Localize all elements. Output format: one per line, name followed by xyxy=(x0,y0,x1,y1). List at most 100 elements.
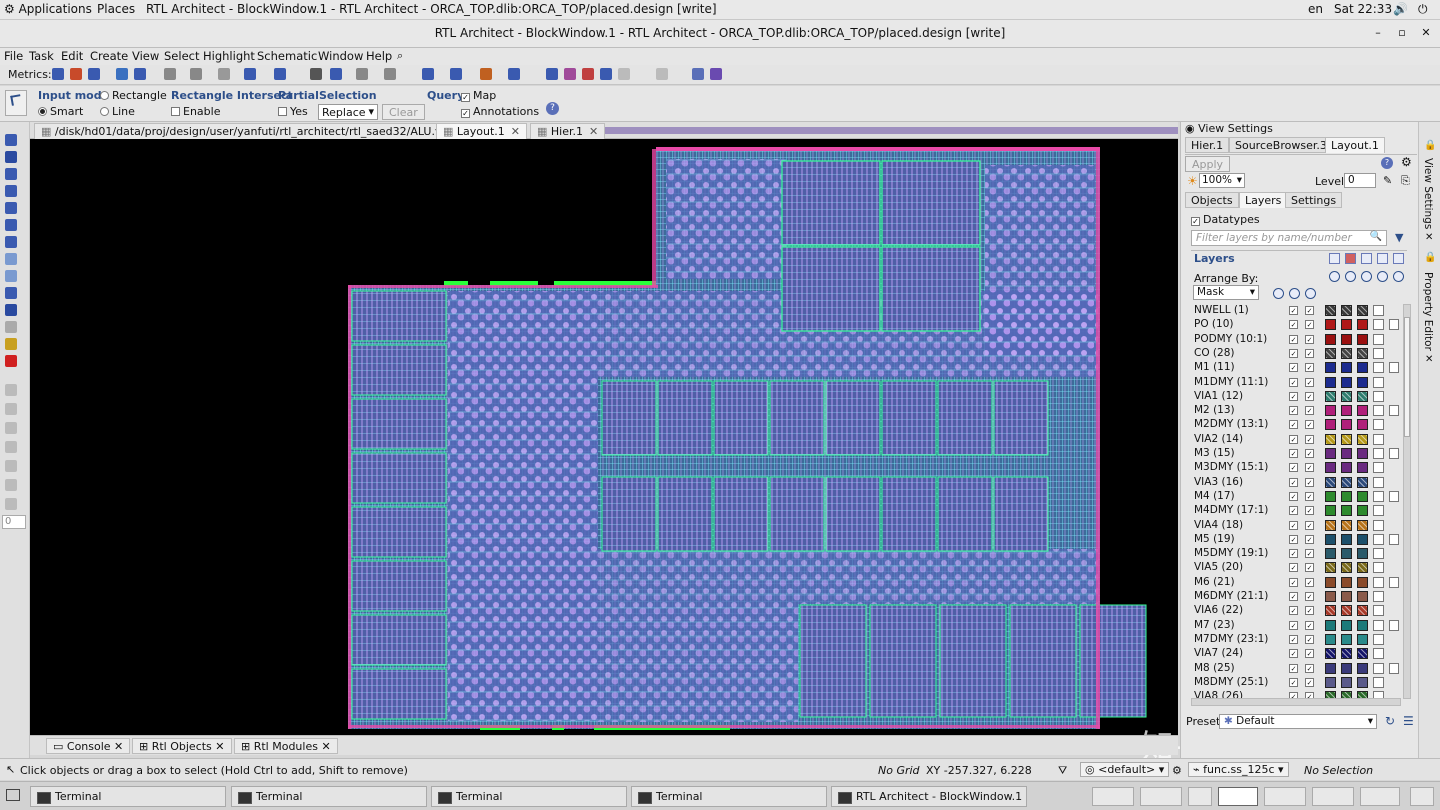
left-tool-icon[interactable] xyxy=(5,287,17,299)
layer-visible-checkbox[interactable]: ✓ xyxy=(1289,491,1298,501)
layer-color-swatch[interactable] xyxy=(1325,333,1336,345)
layer-row[interactable]: VIA7 (24) ✓ ✓ xyxy=(1191,647,1407,661)
selection-combo[interactable]: Replace ▾ xyxy=(318,104,378,120)
rectangle-radio[interactable]: Rectangle xyxy=(100,89,167,102)
layer-visible-checkbox[interactable]: ✓ xyxy=(1289,334,1298,344)
memory-macro[interactable] xyxy=(825,476,881,552)
layer-color-swatch[interactable] xyxy=(1341,448,1352,459)
layer-color-swatch[interactable] xyxy=(1325,347,1336,359)
layer-color-swatch[interactable] xyxy=(1357,390,1368,402)
layer-row[interactable]: M8DMY (25:1) ✓ ✓ xyxy=(1191,676,1407,690)
layer-color-swatch[interactable] xyxy=(1341,676,1352,688)
layer-selectable-checkbox[interactable]: ✓ xyxy=(1305,606,1314,616)
layer-color-swatch[interactable] xyxy=(1325,633,1336,645)
close-icon[interactable]: ✕ xyxy=(212,740,224,753)
layer-pattern-swatch[interactable] xyxy=(1373,305,1384,316)
layer-visible-checkbox[interactable]: ✓ xyxy=(1289,420,1298,430)
bottom-tab-rtl-modules[interactable]: ⊞ Rtl Modules ✕ xyxy=(234,738,338,754)
layer-color-swatch[interactable] xyxy=(1341,576,1352,588)
annotations-checkbox[interactable]: ✓ Annotations xyxy=(461,105,539,118)
layer-color-swatch[interactable] xyxy=(1341,533,1352,545)
layer-color-swatch[interactable] xyxy=(1357,333,1368,345)
layer-color-swatch[interactable] xyxy=(1357,576,1368,588)
layer-row[interactable]: M7DMY (23:1) ✓ ✓ xyxy=(1191,633,1407,647)
enable-checkbox[interactable]: Enable xyxy=(171,105,220,118)
layer-row[interactable]: VIA2 (14) ✓ ✓ xyxy=(1191,433,1407,447)
layer-color-swatch[interactable] xyxy=(1357,505,1368,517)
toolbar-tool-icon[interactable] xyxy=(330,68,342,80)
applications-menu[interactable]: ⚙ Applications xyxy=(4,2,92,16)
memory-macro[interactable] xyxy=(351,398,447,450)
layer-extra-toggle[interactable] xyxy=(1389,533,1399,545)
line-radio[interactable]: Line xyxy=(100,105,135,118)
layer-extra-toggle[interactable] xyxy=(1389,490,1399,502)
column-toggle-icon[interactable] xyxy=(1273,288,1284,299)
layer-color-swatch[interactable] xyxy=(1341,376,1352,388)
layer-color-swatch[interactable] xyxy=(1325,433,1336,445)
places-menu[interactable]: Places xyxy=(97,2,135,16)
layer-row[interactable]: M4 (17) ✓ ✓ xyxy=(1191,490,1407,504)
layer-color-swatch[interactable] xyxy=(1325,305,1336,316)
layer-selectable-checkbox[interactable]: ✓ xyxy=(1305,491,1314,501)
layer-row[interactable]: M8 (25) ✓ ✓ xyxy=(1191,662,1407,676)
layer-color-swatch[interactable] xyxy=(1357,619,1368,631)
layer-color-swatch[interactable] xyxy=(1325,319,1336,331)
layer-row[interactable]: M6 (21) ✓ ✓ xyxy=(1191,576,1407,590)
layer-color-swatch[interactable] xyxy=(1357,347,1368,359)
layer-color-swatch[interactable] xyxy=(1341,390,1352,402)
toolbar-tool-icon[interactable] xyxy=(710,68,722,80)
layer-color-swatch[interactable] xyxy=(1341,605,1352,617)
left-tool-icon[interactable] xyxy=(5,185,17,197)
layer-color-swatch[interactable] xyxy=(1325,548,1336,560)
eye-icon[interactable] xyxy=(1361,271,1372,282)
memory-macro[interactable] xyxy=(351,668,447,720)
corner-combo[interactable]: ⌁ func.ss_125c ▾ xyxy=(1188,762,1289,777)
memory-macro[interactable] xyxy=(881,380,937,456)
layer-color-swatch[interactable] xyxy=(1357,448,1368,459)
layer-visible-checkbox[interactable]: ✓ xyxy=(1289,306,1298,315)
toolbar-tool-icon[interactable] xyxy=(508,68,520,80)
layer-color-swatch[interactable] xyxy=(1325,619,1336,631)
layer-row[interactable]: NWELL (1) ✓ ✓ xyxy=(1191,304,1407,318)
layer-row[interactable]: M4DMY (17:1) ✓ ✓ xyxy=(1191,504,1407,518)
toolbar-tool-icon[interactable] xyxy=(134,68,146,80)
layer-pattern-swatch[interactable] xyxy=(1373,505,1384,517)
layer-visible-checkbox[interactable]: ✓ xyxy=(1289,634,1298,644)
layer-extra-toggle[interactable] xyxy=(1389,448,1399,459)
layer-color-swatch[interactable] xyxy=(1357,419,1368,431)
layer-selectable-checkbox[interactable]: ✓ xyxy=(1305,677,1314,687)
layer-color-swatch[interactable] xyxy=(1325,362,1336,374)
layer-row[interactable]: M3 (15) ✓ ✓ xyxy=(1191,447,1407,461)
layer-pattern-swatch[interactable] xyxy=(1373,533,1384,545)
panel-tab-sourcebrowser-3[interactable]: SourceBrowser.3 xyxy=(1229,137,1333,153)
menu-view[interactable]: View xyxy=(132,49,159,63)
layer-pattern-swatch[interactable] xyxy=(1373,490,1384,502)
layer-row[interactable]: VIA4 (18) ✓ ✓ xyxy=(1191,519,1407,533)
pin-icon[interactable] xyxy=(1377,288,1388,299)
layer-color-swatch[interactable] xyxy=(1325,662,1336,674)
layer-color-swatch[interactable] xyxy=(1357,562,1368,574)
memory-macro[interactable] xyxy=(351,560,447,612)
preset-combo[interactable]: ✱ Default ▾ xyxy=(1219,714,1377,729)
menu-highlight[interactable]: Highlight xyxy=(203,49,255,63)
layer-color-swatch[interactable] xyxy=(1325,490,1336,502)
layer-visible-checkbox[interactable]: ✓ xyxy=(1289,506,1298,516)
eye-icon[interactable] xyxy=(1393,271,1404,282)
layer-extra-toggle[interactable] xyxy=(1389,619,1399,631)
memory-macro[interactable] xyxy=(1079,604,1147,718)
layer-color-swatch[interactable] xyxy=(1341,362,1352,374)
toolbar-tool-icon[interactable] xyxy=(310,68,322,80)
layer-extra-toggle[interactable] xyxy=(1389,319,1399,331)
pin-icon[interactable] xyxy=(1345,288,1356,299)
layer-pattern-swatch[interactable] xyxy=(1373,405,1384,417)
layer-visible-checkbox[interactable]: ✓ xyxy=(1289,391,1298,401)
layer-color-swatch[interactable] xyxy=(1341,476,1352,488)
layer-color-swatch[interactable] xyxy=(1357,362,1368,374)
layer-visible-checkbox[interactable]: ✓ xyxy=(1289,348,1298,358)
layer-color-swatch[interactable] xyxy=(1357,648,1368,660)
layer-color-swatch[interactable] xyxy=(1325,519,1336,531)
layer-color-swatch[interactable] xyxy=(1325,648,1336,660)
left-tool-icon[interactable] xyxy=(5,202,17,214)
taskbar-item-terminal[interactable]: Terminal xyxy=(431,786,627,807)
menu-create[interactable]: Create xyxy=(90,49,128,63)
